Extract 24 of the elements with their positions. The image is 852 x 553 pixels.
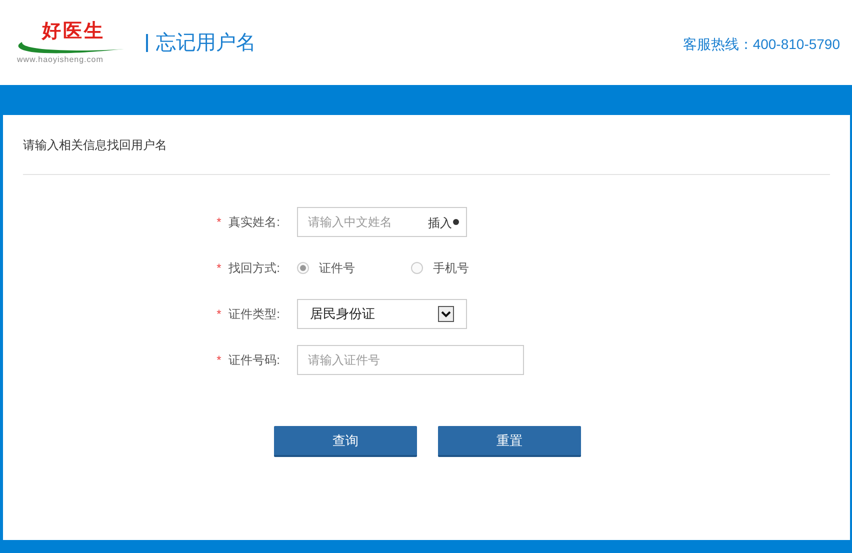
- field-label: 证件类型:: [228, 306, 280, 320]
- required-mark: *: [216, 260, 222, 274]
- chevron-down-icon: [438, 306, 454, 322]
- panel-heading: 请输入相关信息找回用户名: [23, 137, 168, 151]
- radio-button[interactable]: [411, 262, 423, 274]
- hotline-label: 客服热线：: [682, 36, 753, 52]
- radio-button[interactable]: [297, 262, 309, 274]
- input-field[interactable]: 请输入证件号: [297, 345, 524, 375]
- page-title: 忘记用户名: [156, 31, 256, 56]
- form-button[interactable]: 查询: [274, 426, 417, 457]
- field-label: 证件号码:: [228, 352, 280, 366]
- required-mark: *: [216, 306, 222, 320]
- hotline-number: 400-810-5790: [752, 36, 840, 52]
- logo-name: 好医生: [42, 20, 105, 40]
- field-label: 真实姓名:: [228, 214, 280, 228]
- form-button[interactable]: 重置: [438, 426, 581, 457]
- required-mark: *: [216, 352, 222, 366]
- select-field[interactable]: 居民身份证: [297, 299, 467, 329]
- logo-url: www.haoyisheng.com: [17, 54, 104, 64]
- radio-label: 证件号: [319, 260, 355, 276]
- radio-label: 手机号: [433, 260, 469, 276]
- insert-label: 插入: [428, 215, 452, 232]
- field-label: 找回方式:: [228, 260, 280, 274]
- required-mark: *: [216, 214, 222, 228]
